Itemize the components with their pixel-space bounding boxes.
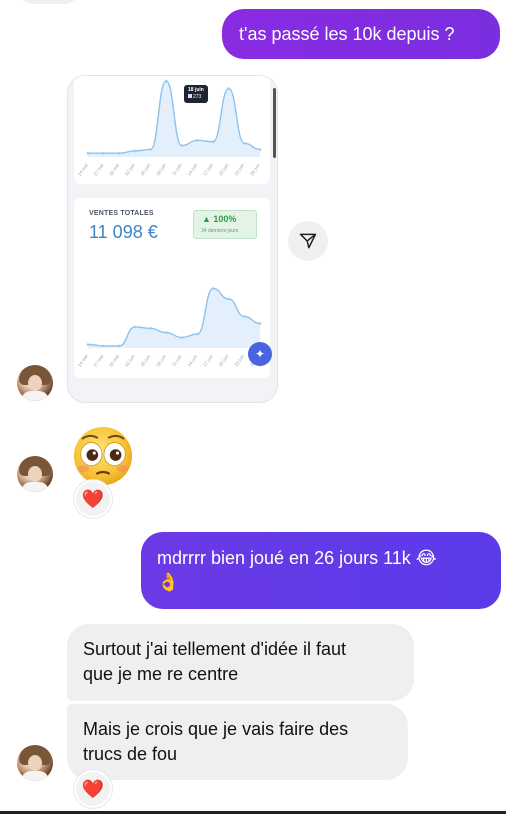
chart-point <box>243 315 246 318</box>
chart-point <box>258 322 262 325</box>
chart-point <box>117 151 121 155</box>
send-icon[interactable] <box>288 221 328 261</box>
incoming-message[interactable]: Surtout j'ai tellement d'idée il faut qu… <box>67 624 414 701</box>
sales-panel: VENTES TOTALES 11 098 € ▲ 100% 34 dernie… <box>74 198 270 378</box>
chart-point <box>164 79 168 83</box>
x-tick-label: 20 juin <box>218 353 230 367</box>
tooltip-value: 273 <box>188 94 204 101</box>
chart-point <box>180 144 184 147</box>
message-text: t'as passé les 10k depuis ? <box>239 24 455 44</box>
heart-icon: ❤️ <box>81 488 105 509</box>
chart-panel-top: 24 mai 27 mai 30 mai 02 juin 05 juin 08 juin 1… <box>74 76 270 184</box>
message-text: Mais je crois que je vais faire des truc… <box>83 719 349 764</box>
flushed-face-emoji[interactable] <box>72 425 134 487</box>
avatar[interactable] <box>17 365 53 401</box>
chart-area <box>88 288 260 348</box>
chart-point <box>102 344 105 348</box>
avatar[interactable] <box>17 456 53 492</box>
message-text: Surtout j'ai tellement d'idée il faut qu… <box>83 639 347 684</box>
avatar[interactable] <box>17 745 53 781</box>
outgoing-message[interactable]: mdrrrr bien joué en 26 jours 11k 😂 👌 <box>141 532 501 609</box>
heart-reaction[interactable]: ❤️ <box>74 480 112 518</box>
chart-point <box>180 336 184 339</box>
paper-plane-icon <box>299 233 317 249</box>
chart-point <box>211 140 215 144</box>
chart-point <box>86 343 90 346</box>
x-tick-label: 27 mai <box>93 163 105 177</box>
x-tick-label: 26 juin <box>249 162 261 176</box>
chart-point <box>133 149 137 153</box>
previous-message-bubble <box>18 0 80 4</box>
x-tick-label: 27 mai <box>93 354 105 368</box>
chart-point <box>243 142 246 145</box>
chart-point <box>196 138 199 142</box>
x-tick-label: 11 juin <box>171 162 183 176</box>
chart-point <box>149 148 152 151</box>
heart-icon: ❤️ <box>81 778 105 799</box>
x-tick-label: 05 juin <box>140 353 152 367</box>
chart-point <box>211 287 215 290</box>
message-text: mdrrrr bien joué en 26 jours 11k 😂 👌 <box>157 548 437 592</box>
x-tick-label: 23 juin <box>233 353 245 367</box>
scrollbar[interactable] <box>273 88 276 158</box>
chart-tooltip: 18 juin 273 <box>184 85 208 103</box>
x-tick-label: 20 juin <box>218 162 230 176</box>
heart-reaction[interactable]: ❤️ <box>74 770 112 808</box>
x-tick-label: 14 juin <box>187 353 199 367</box>
chart-point <box>164 331 168 334</box>
x-tick-label: 24 mai <box>77 163 89 177</box>
revenue-chart-top: 24 mai 27 mai 30 mai 02 juin 05 juin 08 juin 1… <box>77 79 262 177</box>
outgoing-message[interactable]: t'as passé les 10k depuis ? <box>222 9 500 59</box>
x-tick-label: 05 juin <box>140 162 152 176</box>
chart-point <box>227 297 231 301</box>
x-tick-label: 02 juin <box>124 162 136 176</box>
shared-screenshot-message[interactable]: 24 mai 27 mai 30 mai 02 juin 05 juin 08 juin 1… <box>67 75 278 403</box>
incoming-message[interactable]: Mais je crois que je vais faire des truc… <box>67 704 408 780</box>
chart-point <box>227 87 231 90</box>
chart-point <box>133 325 137 329</box>
x-tick-label: 08 juin <box>155 162 167 176</box>
x-tick-label: 02 juin <box>124 353 136 367</box>
x-tick-label: 30 mai <box>108 163 120 177</box>
x-tick-label: 30 mai <box>108 354 120 368</box>
chart-point <box>86 151 90 155</box>
chart-point <box>149 327 152 330</box>
chart-point <box>258 148 262 151</box>
chart-point <box>102 151 105 155</box>
chart-point <box>196 332 199 336</box>
tooltip-date: 18 juin <box>188 87 204 93</box>
sales-chart: 24 mai 27 mai 30 mai 02 juin 05 juin 08 juin 1… <box>77 287 262 368</box>
x-tick-label: 14 juin <box>187 162 199 176</box>
x-tick-label: 17 juin <box>202 353 214 367</box>
x-tick-label: 08 juin <box>155 353 167 367</box>
chart-point <box>117 344 121 348</box>
x-tick-label: 23 juin <box>233 162 245 176</box>
x-tick-label: 24 mai <box>77 354 89 368</box>
x-tick-label: 17 juin <box>202 162 214 176</box>
chart-area <box>88 81 260 157</box>
x-tick-label: 11 juin <box>171 353 183 367</box>
sparkle-icon[interactable]: ✦ <box>248 342 272 366</box>
